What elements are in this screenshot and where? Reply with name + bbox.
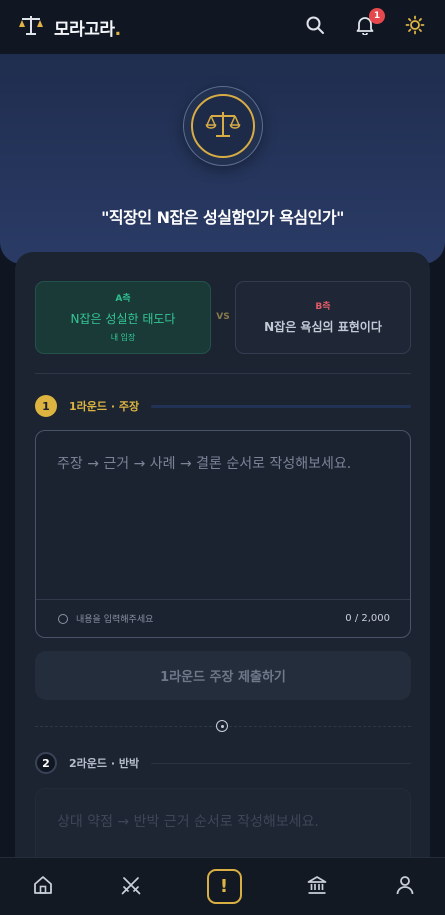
vs-label: VS — [216, 312, 230, 322]
scales-logo-icon — [18, 14, 44, 40]
side-a-text: N잡은 성실한 태도다 — [70, 312, 176, 326]
nav-debate-center-button[interactable]: ! — [206, 869, 242, 904]
round-2-header: 2 2라운드 · 반박 — [35, 752, 411, 774]
scales-icon — [205, 108, 241, 144]
round-2-title: 2라운드 · 반박 — [69, 757, 140, 770]
round-1-number: 1 — [35, 395, 57, 417]
nav-battle[interactable] — [119, 875, 143, 899]
theme-toggle-button[interactable] — [403, 15, 427, 39]
notification-badge: 1 — [369, 8, 385, 24]
nav-profile[interactable] — [393, 875, 417, 899]
bottom-navigation: ! — [0, 857, 445, 915]
debate-emblem — [183, 86, 263, 166]
debate-hero: "직장인 N잡은 성실함인가 욕심인가" — [0, 54, 445, 264]
sun-icon — [405, 15, 425, 39]
my-position-label: 내 입장 — [110, 333, 136, 342]
profile-icon — [394, 874, 416, 900]
side-b-tag: B측 — [315, 302, 331, 312]
round-1-progress-line — [151, 404, 411, 408]
courthouse-icon — [306, 874, 328, 900]
status-circle-icon — [58, 613, 68, 624]
round-1-header: 1 1라운드 · 주장 — [35, 395, 411, 417]
submit-round-1-button[interactable]: 1라운드 주장 제출하기 — [35, 651, 411, 700]
swords-icon — [120, 874, 142, 900]
debate-topic: "직장인 N잡은 성실함인가 욕심인가" — [101, 208, 344, 227]
app-logo[interactable]: 모라고라. — [18, 14, 121, 40]
round-2-number: 2 — [35, 752, 57, 774]
side-b-card[interactable]: B측 N잡은 욕심의 표현이다 — [235, 280, 411, 354]
editor-footer: 내용을 입력해주세요 0 / 2,000 — [36, 599, 410, 637]
top-bar: 모라고라. 1 — [0, 0, 445, 54]
round-1-placeholder: 주장 → 근거 → 사례 → 결론 순서로 작성해보세요. — [57, 456, 352, 472]
input-status-text: 내용을 입력해주세요 — [76, 615, 154, 625]
section-divider — [35, 373, 411, 374]
alert-icon: ! — [219, 876, 229, 897]
character-counter: 0 / 2,000 — [345, 613, 390, 624]
separator-dot-icon — [216, 720, 228, 732]
side-a-tag: A측 — [115, 294, 131, 304]
side-selector: A측 N잡은 성실한 태도다 내 입장 VS B측 N잡은 욕심의 표현이다 — [35, 280, 411, 354]
home-icon — [32, 874, 54, 900]
round-2-line — [151, 762, 411, 764]
search-icon — [305, 15, 325, 39]
debate-card: A측 N잡은 성실한 태도다 내 입장 VS B측 N잡은 욕심의 표현이다 1… — [15, 252, 430, 915]
side-b-text: N잡은 욕심의 표현이다 — [264, 320, 382, 334]
notifications-button[interactable]: 1 — [353, 8, 385, 39]
nav-home[interactable] — [31, 875, 55, 899]
nav-court[interactable] — [305, 875, 329, 899]
round-2-placeholder: 상대 약점 → 반박 근거 순서로 작성해보세요. — [57, 814, 319, 830]
search-button[interactable] — [303, 15, 327, 39]
round-1-title: 1라운드 · 주장 — [69, 400, 140, 413]
round-1-argument-input[interactable]: 주장 → 근거 → 사례 → 결론 순서로 작성해보세요. 내용을 입력해주세요… — [35, 430, 411, 638]
side-a-card[interactable]: A측 N잡은 성실한 태도다 내 입장 — [35, 280, 211, 354]
app-title: 모라고라. — [54, 19, 121, 40]
